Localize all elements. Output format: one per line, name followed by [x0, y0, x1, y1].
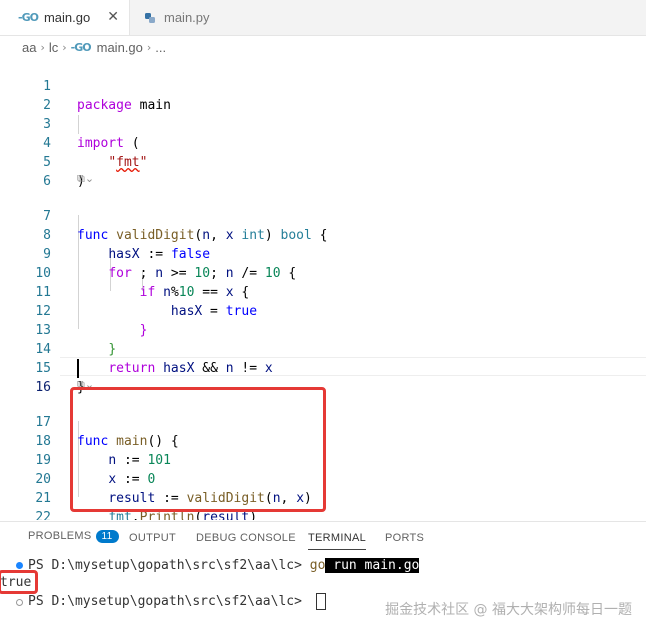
watermark: 掘金技术社区 @ 福大大架构师每日一题: [385, 602, 632, 618]
tab-output[interactable]: OUTPUT: [129, 532, 176, 544]
go-file-icon: -GO: [70, 40, 92, 54]
code-line: 3 import (: [0, 96, 646, 151]
editor-tab-bar: -GO main.go ✕ main.py: [0, 0, 646, 36]
tab-label: PORTS: [385, 532, 425, 544]
code-line: 14 return hasX && n != x: [0, 321, 646, 376]
command-status-dot[interactable]: [16, 599, 23, 606]
terminal-command-selected: run main.go: [325, 558, 420, 573]
code-line: 2: [0, 77, 646, 113]
terminal-prompt: PS D:\mysetup\gopath\src\sf2\aa\lc>: [28, 594, 310, 609]
code-line: 16: [0, 359, 646, 395]
tab-ports[interactable]: PORTS: [385, 532, 424, 544]
terminal-prompt: PS D:\mysetup\gopath\src\sf2\aa\lc>: [28, 558, 310, 573]
tab-terminal[interactable]: TERMINAL: [308, 532, 367, 550]
terminal-line: PS D:\mysetup\gopath\src\sf2\aa\lc>: [28, 592, 326, 611]
code-line: 5 ): [0, 134, 646, 189]
tab-label: main.py: [164, 10, 210, 25]
tab-label: PROBLEMS: [28, 530, 92, 542]
code-line: 13 }: [0, 302, 646, 357]
tab-label: OUTPUT: [129, 532, 177, 544]
breadcrumb-item[interactable]: ...: [155, 40, 166, 55]
code-line: 7 func validDigit(n, x int) bool {: [0, 188, 646, 243]
code-line: 9 for ; n >= 10; n /= 10 {: [0, 226, 646, 281]
problems-count-badge: 11: [95, 530, 119, 543]
python-file-icon: [144, 12, 156, 24]
code-lens-icon[interactable]: ⧉⌄: [77, 169, 94, 188]
close-icon[interactable]: ✕: [107, 9, 119, 25]
tab-label: TERMINAL: [308, 532, 367, 544]
tab-main-py[interactable]: main.py: [129, 0, 239, 35]
chevron-right-icon: ›: [146, 40, 152, 54]
chevron-right-icon: ›: [62, 40, 67, 54]
breadcrumb-item[interactable]: main.go: [97, 40, 143, 55]
code-line: 12 }: [0, 283, 646, 338]
code-line: 10 if n%10 == x {: [0, 245, 646, 300]
highlight-box: [0, 570, 38, 594]
breadcrumb: aa › lc › -GO main.go › ...: [22, 36, 166, 58]
tab-main-go[interactable]: -GO main.go ✕: [0, 0, 129, 35]
code-line: 15 }: [0, 340, 646, 395]
chevron-right-icon: ›: [40, 40, 45, 54]
code-line: 8 hasX := false: [0, 207, 646, 262]
panel-tabs: PROBLEMS 11 OUTPUT DEBUG CONSOLE TERMINAL…: [0, 522, 646, 556]
bottom-panel: PROBLEMS 11 OUTPUT DEBUG CONSOLE TERMINAL…: [0, 521, 646, 633]
code-line: 11 hasX = true: [0, 264, 646, 319]
breadcrumb-item[interactable]: lc: [49, 40, 58, 55]
tab-debug-console[interactable]: DEBUG CONSOLE: [196, 532, 296, 544]
code-line: 4 "fmt": [0, 115, 646, 170]
highlight-box: [70, 387, 326, 512]
terminal-cursor: [315, 593, 326, 610]
terminal-command: go: [309, 558, 326, 573]
terminal-line: PS D:\mysetup\gopath\src\sf2\aa\lc> go r…: [28, 556, 420, 575]
code-line: 1 package main: [0, 58, 646, 113]
tab-label: main.go: [43, 10, 91, 25]
command-status-dot[interactable]: [16, 562, 23, 569]
tab-label: DEBUG CONSOLE: [196, 532, 296, 544]
code-line: 6: [0, 153, 646, 189]
go-file-icon: -GO: [18, 11, 39, 24]
breadcrumb-item[interactable]: aa: [22, 40, 36, 55]
code-editor[interactable]: 1 package main 2 3 import ( 4 "fmt" 5 ) …: [0, 58, 646, 520]
tab-problems[interactable]: PROBLEMS 11: [28, 530, 119, 543]
